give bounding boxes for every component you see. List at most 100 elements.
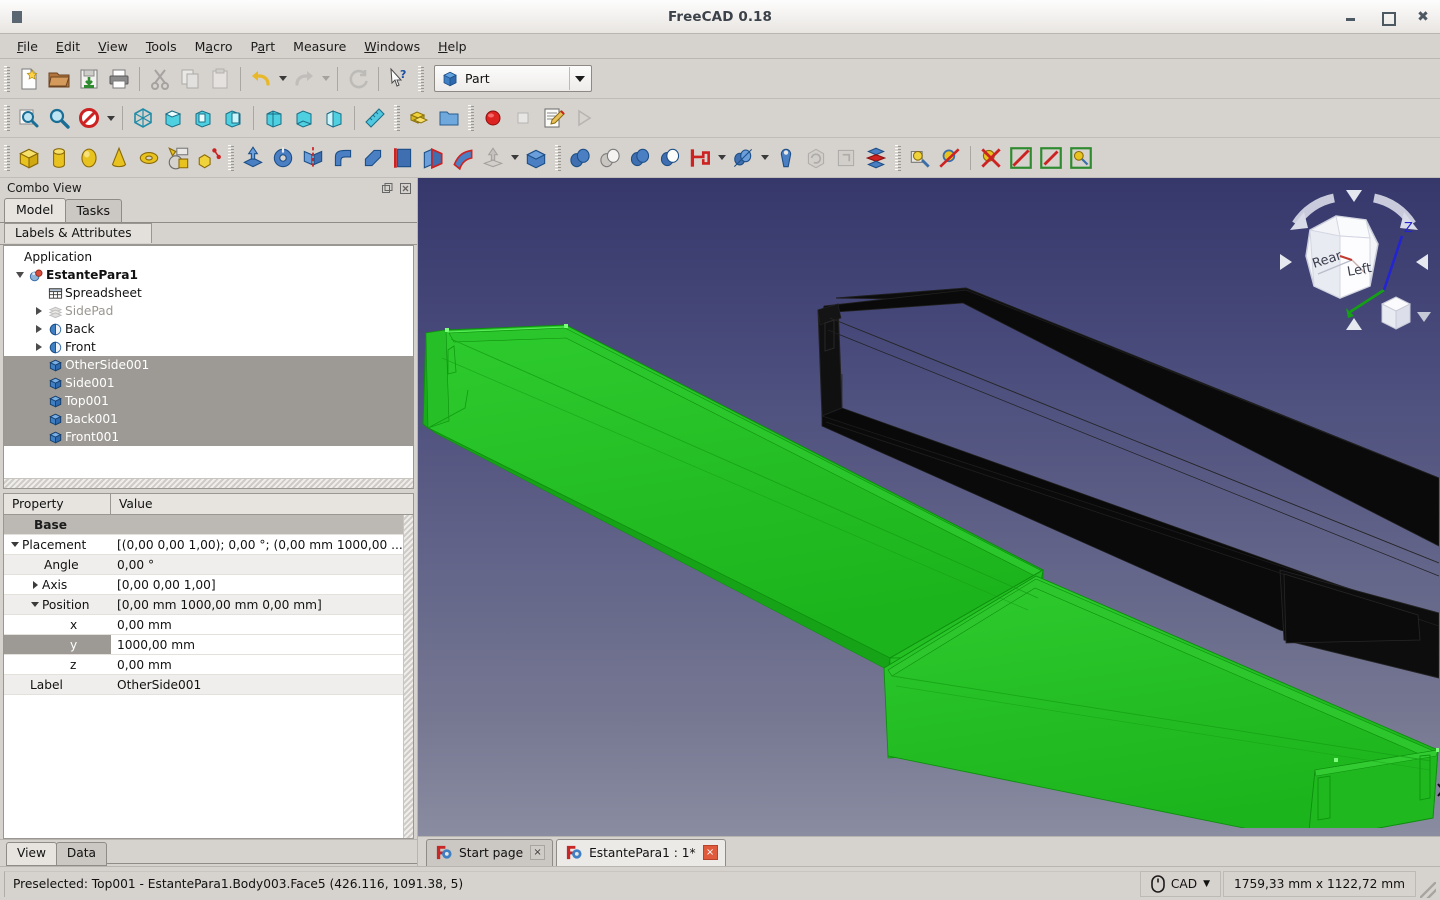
right-view-icon[interactable] <box>218 103 248 133</box>
measure-toggle-all-icon[interactable] <box>1006 143 1036 173</box>
property-row-z[interactable]: z 0,00 mm <box>4 655 413 675</box>
value-column-header[interactable]: Value <box>111 494 413 514</box>
property-value[interactable]: [(0,00 0,00 1,00); 0,00 °; (0,00 mm 1000… <box>111 535 413 554</box>
union-icon[interactable] <box>625 143 655 173</box>
toolbar-grip-boolean[interactable] <box>554 144 562 171</box>
save-document-icon[interactable] <box>74 64 104 94</box>
reverse-shape-icon[interactable] <box>831 143 861 173</box>
tab-start-page[interactable]: Start page × <box>426 839 554 866</box>
mirror-icon[interactable] <box>298 143 328 173</box>
tab-tasks[interactable]: Tasks <box>64 199 123 222</box>
tree-item-back001[interactable]: Back001 <box>4 410 413 428</box>
3d-viewport[interactable]: Rear Left Z <box>418 178 1440 836</box>
menu-windows[interactable]: Windows <box>355 36 429 57</box>
menu-tools[interactable]: Tools <box>137 36 186 57</box>
thickness-icon[interactable] <box>521 143 551 173</box>
macro-edit-icon[interactable] <box>538 103 568 133</box>
property-value[interactable]: 0,00 mm <box>111 615 413 634</box>
navigation-cube[interactable]: Rear Left Z <box>1274 182 1434 338</box>
sphere-icon[interactable] <box>74 143 104 173</box>
tree-item-top001[interactable]: Top001 <box>4 392 413 410</box>
menu-part[interactable]: Part <box>241 36 284 57</box>
cut-icon[interactable] <box>145 64 175 94</box>
extrude-icon[interactable] <box>238 143 268 173</box>
toolbar-grip-view[interactable] <box>3 105 11 131</box>
toolbar-grip-modeling[interactable] <box>227 144 235 171</box>
property-row-x[interactable]: x 0,00 mm <box>4 615 413 635</box>
split-dropdown-arrow[interactable] <box>758 143 771 173</box>
offset-icon[interactable] <box>478 143 508 173</box>
undock-icon[interactable] <box>380 181 395 196</box>
tree-item-spreadsheet[interactable]: Spreadsheet <box>4 284 413 302</box>
close-icon[interactable] <box>398 181 413 196</box>
ruled-surface-icon[interactable] <box>388 143 418 173</box>
property-row-label[interactable]: Label OtherSide001 <box>4 675 413 695</box>
create-part-icon[interactable] <box>404 103 434 133</box>
draw-style-dropdown-arrow[interactable] <box>104 103 117 133</box>
toolbar-grip-primitives[interactable] <box>3 144 11 171</box>
cone-icon[interactable] <box>104 143 134 173</box>
tree-column-header[interactable]: Labels & Attributes <box>4 223 152 243</box>
property-column-header[interactable]: Property <box>4 494 111 514</box>
property-value[interactable]: 0,00 mm <box>111 655 413 674</box>
whats-this-icon[interactable]: ? <box>384 64 414 94</box>
tab-close-icon[interactable]: × <box>530 845 546 860</box>
sweep-icon[interactable] <box>448 143 478 173</box>
tab-data[interactable]: Data <box>55 842 108 866</box>
fit-selection-icon[interactable] <box>44 103 74 133</box>
tab-view[interactable]: View <box>6 842 57 866</box>
cross-sections-icon[interactable] <box>861 143 891 173</box>
convert-solid-icon[interactable] <box>801 143 831 173</box>
menu-macro[interactable]: Macro <box>186 36 242 57</box>
menu-help[interactable]: Help <box>429 36 476 57</box>
split-icon[interactable] <box>728 143 758 173</box>
tree-item-otherside001[interactable]: OtherSide001 <box>4 356 413 374</box>
fit-all-icon[interactable] <box>14 103 44 133</box>
tree-twisty-collapsed[interactable] <box>31 325 46 333</box>
toolbar-grip-workbench[interactable] <box>417 65 425 92</box>
tree-item-front001[interactable]: Front001 <box>4 428 413 446</box>
tree-twisty-collapsed[interactable] <box>31 307 46 315</box>
undo-dropdown-arrow[interactable] <box>276 64 289 94</box>
macro-record-icon[interactable] <box>478 103 508 133</box>
tree-item-estantepara1[interactable]: EstantePara1 <box>4 266 413 284</box>
property-row-position[interactable]: Position [0,00 mm 1000,00 mm 0,00 mm] <box>4 595 413 615</box>
torus-icon[interactable] <box>134 143 164 173</box>
paste-icon[interactable] <box>205 64 235 94</box>
tree-item-application[interactable]: Application <box>4 248 413 266</box>
redo-icon[interactable] <box>289 64 319 94</box>
print-icon[interactable] <box>104 64 134 94</box>
toolbar-grip-measure[interactable] <box>894 144 902 171</box>
measure-linear-icon[interactable] <box>905 143 935 173</box>
property-row-placement[interactable]: Placement [(0,00 0,00 1,00); 0,00 °; (0,… <box>4 535 413 555</box>
close-button[interactable]: ✖ <box>1416 10 1430 24</box>
macro-execute-icon[interactable] <box>568 103 598 133</box>
top-view-icon[interactable] <box>188 103 218 133</box>
property-value[interactable]: [0,00 0,00 1,00] <box>111 575 413 594</box>
create-group-icon[interactable] <box>434 103 464 133</box>
toolbar-grip-macro[interactable] <box>467 105 475 131</box>
redo-dropdown-arrow[interactable] <box>319 64 332 94</box>
menu-measure[interactable]: Measure <box>284 36 355 57</box>
property-twisty-expanded[interactable] <box>8 542 22 547</box>
cut-shape-icon[interactable] <box>655 143 685 173</box>
revolve-icon[interactable] <box>268 143 298 173</box>
draw-style-icon[interactable] <box>74 103 104 133</box>
shape-builder-icon[interactable] <box>194 143 224 173</box>
model-tree[interactable]: Application EstantePara1 Spreadsheet Sid… <box>3 245 414 489</box>
tree-item-front[interactable]: Front <box>4 338 413 356</box>
offset-dropdown-arrow[interactable] <box>508 143 521 173</box>
tree-item-side001[interactable]: Side001 <box>4 374 413 392</box>
bottom-view-icon[interactable] <box>289 103 319 133</box>
workbench-dropdown-arrow[interactable] <box>569 67 589 90</box>
front-view-icon[interactable] <box>158 103 188 133</box>
property-row-axis[interactable]: Axis [0,00 0,00 1,00] <box>4 575 413 595</box>
undo-icon[interactable] <box>246 64 276 94</box>
tab-model[interactable]: Model <box>4 198 66 222</box>
open-document-icon[interactable] <box>44 64 74 94</box>
workbench-selector[interactable]: Part <box>434 65 592 92</box>
resize-grip[interactable] <box>1420 882 1436 898</box>
tab-close-icon[interactable]: × <box>702 845 718 860</box>
property-value[interactable]: [0,00 mm 1000,00 mm 0,00 mm] <box>111 595 413 614</box>
tree-item-back[interactable]: Back <box>4 320 413 338</box>
